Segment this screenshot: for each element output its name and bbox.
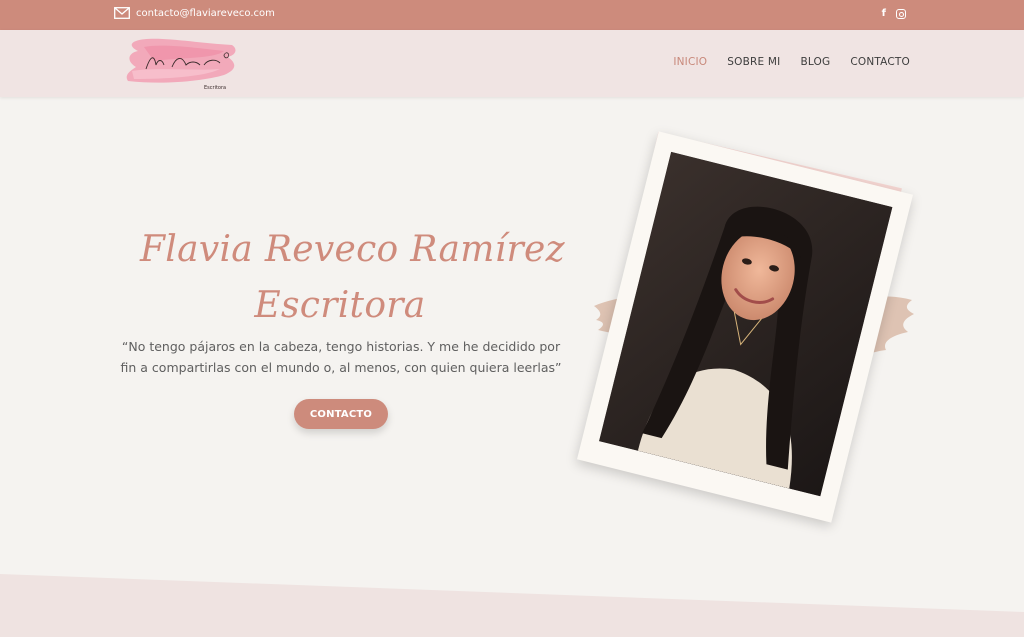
- site-header: Escritora INICIO SOBRE MI BLOG CONTACTO: [0, 30, 1024, 97]
- mail-icon: [114, 7, 130, 19]
- nav-item-inicio[interactable]: INICIO: [673, 56, 707, 68]
- site-logo[interactable]: Escritora: [124, 35, 240, 91]
- contact-button[interactable]: CONTACTO: [294, 399, 388, 429]
- photo-frame: [577, 131, 913, 523]
- social-links: f: [882, 8, 906, 20]
- nav-item-blog[interactable]: BLOG: [800, 56, 830, 68]
- instagram-icon[interactable]: [896, 9, 906, 19]
- author-photo: [599, 151, 893, 497]
- main-nav: INICIO SOBRE MI BLOG CONTACTO: [673, 56, 910, 68]
- contact-email-text: contacto@flaviareveco.com: [136, 7, 275, 19]
- hero-role: Escritora: [254, 285, 426, 326]
- contact-email-link[interactable]: contacto@flaviareveco.com: [114, 7, 275, 19]
- hero-quote: “No tengo pájaros en la cabeza, tengo hi…: [120, 339, 562, 375]
- section-divider: [0, 574, 1024, 637]
- hero-name: Flavia Reveco Ramírez: [140, 229, 565, 270]
- hero-title: Flavia Reveco Ramírez Escritora: [140, 222, 565, 334]
- logo-subtext: Escritora: [204, 85, 226, 91]
- top-bar: contacto@flaviareveco.com f: [0, 0, 1024, 30]
- nav-item-sobre-mi[interactable]: SOBRE MI: [727, 56, 780, 68]
- nav-item-contacto[interactable]: CONTACTO: [850, 56, 910, 68]
- facebook-icon[interactable]: f: [882, 8, 886, 20]
- author-photo-composition: [577, 131, 914, 523]
